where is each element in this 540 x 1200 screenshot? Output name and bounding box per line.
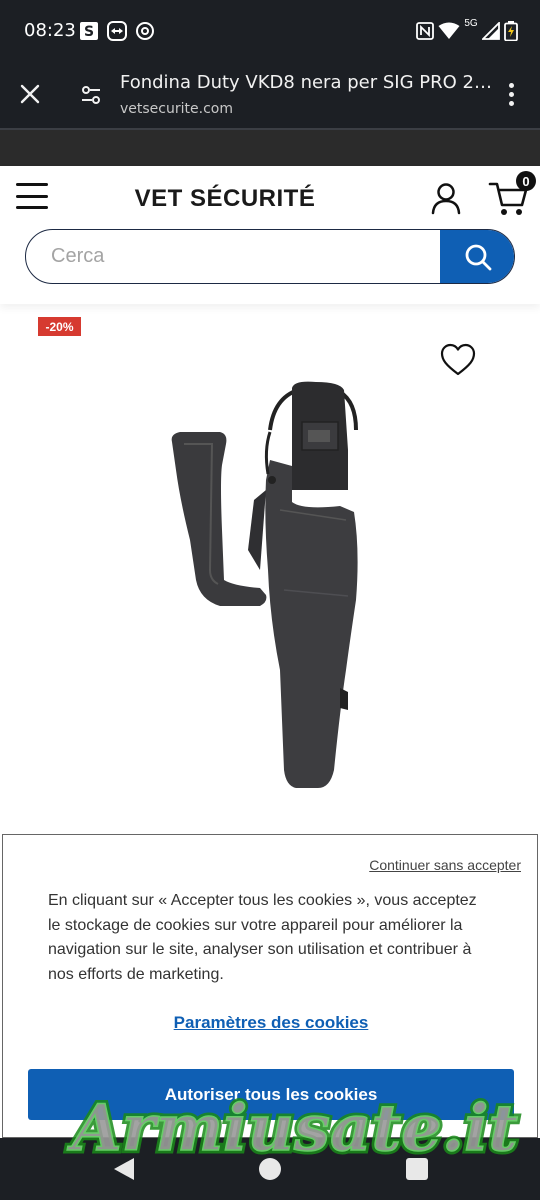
more-vert-icon[interactable] xyxy=(496,76,526,112)
top-banner-strip xyxy=(0,130,540,166)
site-settings-button[interactable] xyxy=(76,80,106,110)
accept-all-cookies-button[interactable]: Autoriser tous les cookies xyxy=(28,1069,514,1120)
account-icon xyxy=(431,183,461,215)
s-app-icon: S xyxy=(78,20,100,42)
status-time: 08:23 xyxy=(24,20,76,41)
nav-back-button[interactable] xyxy=(112,1156,136,1182)
cookie-banner: Continuer sans accepter En cliquant sur … xyxy=(2,834,538,1138)
search-bar xyxy=(25,229,515,284)
browser-toolbar: Fondina Duty VKD8 nera per SIG PRO 2022 … xyxy=(0,62,540,128)
signal-icon xyxy=(480,20,502,42)
nfc-icon xyxy=(414,20,436,42)
nav-home-button[interactable] xyxy=(259,1158,281,1180)
page-url[interactable]: vetsecurite.com xyxy=(120,101,233,117)
page-title[interactable]: Fondina Duty VKD8 nera per SIG PRO 2022 … xyxy=(120,72,492,93)
discount-badge: -20% xyxy=(38,317,81,336)
search-button[interactable] xyxy=(440,230,514,283)
product-image[interactable] xyxy=(150,370,390,800)
search-icon xyxy=(465,244,492,270)
site-settings-icon xyxy=(82,86,100,104)
nav-recents-button[interactable] xyxy=(406,1158,428,1180)
search-input[interactable] xyxy=(26,230,440,282)
teamviewer-icon xyxy=(106,20,128,42)
status-bar: 08:23 S 5G xyxy=(0,0,540,62)
account-button[interactable] xyxy=(428,180,464,216)
battery-charging-icon xyxy=(500,20,522,42)
menu-icon[interactable] xyxy=(16,183,48,209)
cookie-description: En cliquant sur « Accepter tous les cook… xyxy=(48,892,477,983)
svg-text:S: S xyxy=(84,24,94,40)
cookie-settings-link[interactable]: Paramètres des cookies xyxy=(3,1013,539,1033)
network-label: 5G xyxy=(464,18,478,29)
cart-count-badge: 0 xyxy=(516,171,536,191)
close-tab-button[interactable] xyxy=(14,78,46,110)
heart-icon xyxy=(440,343,476,376)
site-logo[interactable]: VET SÉCURITÉ xyxy=(100,185,350,213)
close-icon xyxy=(20,84,40,104)
wifi-icon xyxy=(438,20,460,42)
at-sign-icon xyxy=(134,20,156,42)
wishlist-button[interactable] xyxy=(440,343,476,377)
continue-without-accepting-link[interactable]: Continuer sans accepter xyxy=(369,857,521,873)
back-triangle-icon xyxy=(114,1158,134,1180)
